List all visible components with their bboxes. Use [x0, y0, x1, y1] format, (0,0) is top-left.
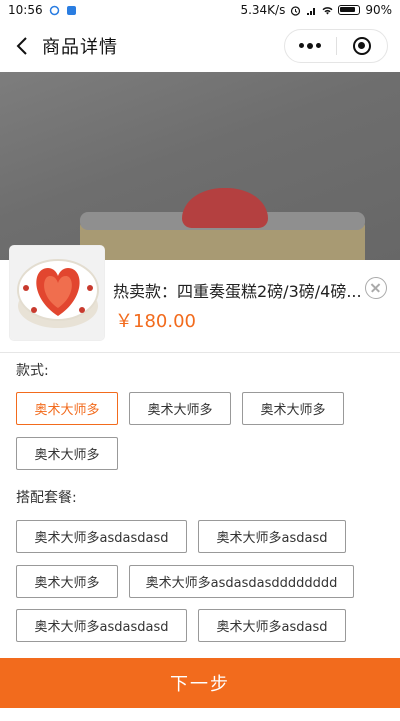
more-options-icon[interactable] [285, 43, 336, 49]
divider [0, 352, 400, 353]
close-icon[interactable] [365, 277, 387, 299]
package-option-4[interactable]: 奥术大师多asdasdasdddddddd [129, 565, 354, 598]
battery-percent: 90% [365, 3, 392, 17]
notification-icon [49, 5, 59, 15]
style-option-1[interactable]: 奥术大师多 [16, 392, 118, 425]
network-speed: 5.34K/s [240, 3, 286, 17]
page-title: 商品详情 [42, 37, 118, 58]
package-label: 搭配套餐: [16, 490, 77, 506]
sku-selection-sheet: 热卖款：四重奏蛋糕2磅/3磅/4磅... ￥180.00 款式: 奥术大师多 奥… [0, 246, 400, 721]
product-price: ￥180.00 [115, 311, 196, 332]
style-option-4[interactable]: 奥术大师多 [16, 437, 118, 470]
bottom-safe-area [0, 708, 400, 721]
status-time: 10:56 [8, 3, 43, 17]
dimmed-product-image[interactable] [0, 72, 400, 260]
package-option-2[interactable]: 奥术大师多asdasd [198, 520, 346, 553]
alarm-icon [291, 5, 301, 16]
package-option-1[interactable]: 奥术大师多asdasdasd [16, 520, 187, 553]
signal-icon [307, 7, 316, 15]
nav-bar: 商品详情 [0, 20, 400, 72]
style-option-3[interactable]: 奥术大师多 [242, 392, 344, 425]
target-icon [352, 37, 371, 55]
wifi-icon [322, 6, 333, 14]
product-thumbnail [10, 246, 104, 340]
back-icon[interactable] [12, 35, 34, 57]
package-option-3[interactable]: 奥术大师多 [16, 565, 118, 598]
mini-program-capsule [284, 29, 388, 63]
cake-thumbnail-image [10, 246, 104, 340]
product-title: 热卖款：四重奏蛋糕2磅/3磅/4磅... [113, 282, 362, 301]
strawberry-shape [182, 188, 268, 228]
close-mini-program-button[interactable] [336, 37, 387, 55]
battery-icon [338, 5, 361, 15]
app-notification-icon [66, 5, 76, 15]
status-bar: 10:56 5.34K/s 90% [0, 0, 400, 20]
package-option-5[interactable]: 奥术大师多asdasdasd [16, 609, 187, 642]
style-option-2[interactable]: 奥术大师多 [129, 392, 231, 425]
next-step-button[interactable]: 下一步 [0, 658, 400, 708]
style-label: 款式: [16, 363, 49, 379]
package-option-6[interactable]: 奥术大师多asdasd [198, 609, 346, 642]
